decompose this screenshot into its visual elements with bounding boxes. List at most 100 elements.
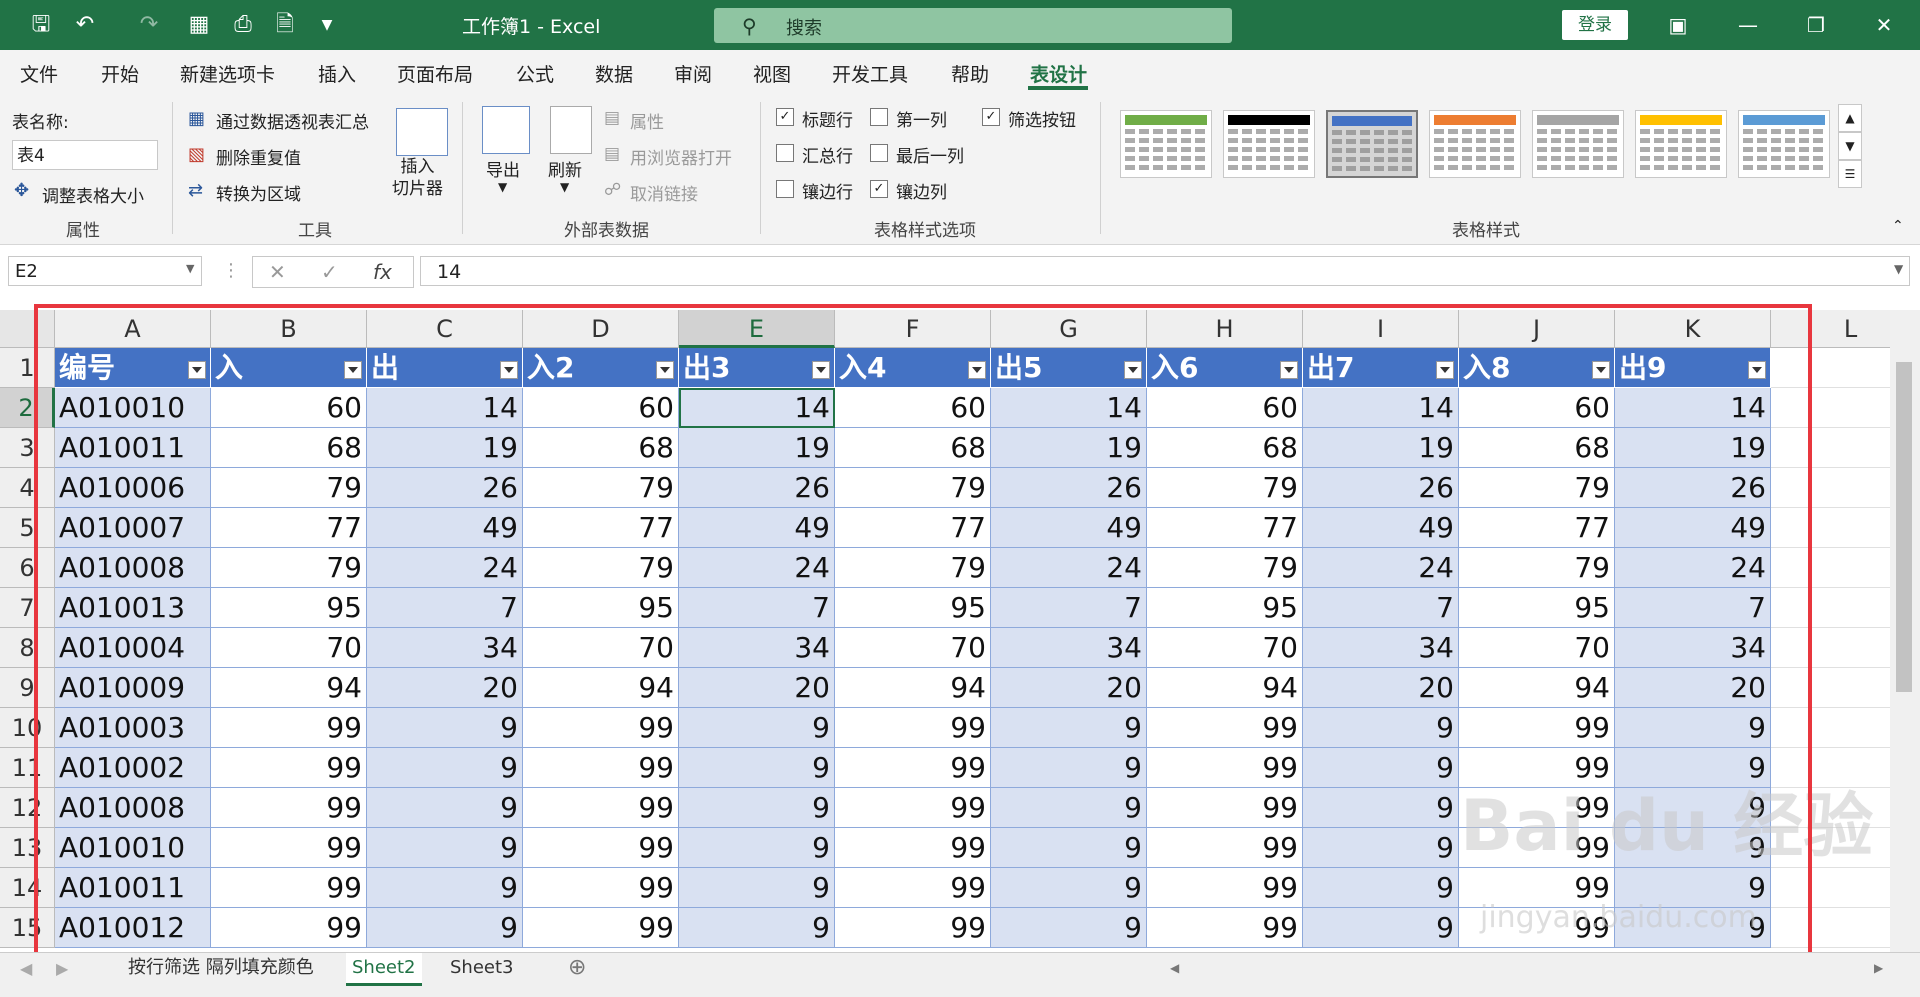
value-cell[interactable]: 26 xyxy=(1303,468,1459,508)
table-header-cell[interactable]: 入8 xyxy=(1459,348,1615,388)
id-cell[interactable]: A010008 xyxy=(55,548,211,588)
value-cell[interactable]: 68 xyxy=(211,428,367,468)
value-cell[interactable]: 49 xyxy=(1303,508,1459,548)
value-cell[interactable]: 9 xyxy=(367,708,523,748)
value-cell[interactable]: 99 xyxy=(835,908,991,948)
menu-page-layout[interactable]: 页面布局 xyxy=(397,60,473,87)
gallery-down-icon[interactable]: ▼ xyxy=(1838,132,1862,160)
value-cell[interactable]: 70 xyxy=(211,628,367,668)
value-cell[interactable]: 99 xyxy=(835,708,991,748)
value-cell[interactable]: 79 xyxy=(1147,468,1303,508)
value-cell[interactable]: 99 xyxy=(523,708,679,748)
value-cell[interactable]: 77 xyxy=(523,508,679,548)
value-cell[interactable]: 99 xyxy=(523,788,679,828)
value-cell[interactable]: 9 xyxy=(367,748,523,788)
value-cell[interactable]: 14 xyxy=(679,388,835,428)
value-cell[interactable]: 99 xyxy=(1147,828,1303,868)
menu-view[interactable]: 视图 xyxy=(753,60,791,87)
header-row-checkbox[interactable]: ✓ xyxy=(776,108,794,126)
value-cell[interactable]: 7 xyxy=(367,588,523,628)
value-cell[interactable]: 79 xyxy=(835,548,991,588)
row-header-11[interactable]: 11 xyxy=(0,748,55,788)
value-cell[interactable]: 9 xyxy=(1303,748,1459,788)
value-cell[interactable]: 19 xyxy=(679,428,835,468)
value-cell[interactable]: 9 xyxy=(679,708,835,748)
ribbon-display-icon[interactable]: ▣ xyxy=(1658,8,1698,42)
value-cell[interactable]: 34 xyxy=(679,628,835,668)
filter-dropdown-icon[interactable] xyxy=(1436,361,1454,379)
document-icon[interactable]: 🗎 xyxy=(268,8,302,42)
id-cell[interactable]: A010011 xyxy=(55,428,211,468)
value-cell[interactable]: 99 xyxy=(211,868,367,908)
value-cell[interactable]: 9 xyxy=(367,868,523,908)
menu-file[interactable]: 文件 xyxy=(20,60,58,87)
value-cell[interactable]: 95 xyxy=(1459,588,1615,628)
value-cell[interactable]: 9 xyxy=(1303,868,1459,908)
value-cell[interactable]: 49 xyxy=(367,508,523,548)
value-cell[interactable]: 99 xyxy=(835,748,991,788)
value-cell[interactable]: 9 xyxy=(991,828,1147,868)
table-header-cell[interactable]: 入6 xyxy=(1147,348,1303,388)
value-cell[interactable]: 99 xyxy=(1459,708,1615,748)
row-header-5[interactable]: 5 xyxy=(0,508,55,548)
row-header-13[interactable]: 13 xyxy=(0,828,55,868)
name-box[interactable]: E2 xyxy=(8,256,202,286)
column-header-C[interactable]: C xyxy=(367,310,523,348)
cancel-icon[interactable]: ✕ xyxy=(269,260,286,284)
value-cell[interactable]: 60 xyxy=(1459,388,1615,428)
value-cell[interactable]: 9 xyxy=(679,788,835,828)
value-cell[interactable]: 34 xyxy=(1615,628,1771,668)
row-header-1[interactable]: 1 xyxy=(0,348,55,388)
table-style-swatch[interactable] xyxy=(1738,110,1830,178)
row-header-6[interactable]: 6 xyxy=(0,548,55,588)
value-cell[interactable]: 99 xyxy=(523,868,679,908)
value-cell[interactable]: 79 xyxy=(1459,468,1615,508)
value-cell[interactable]: 49 xyxy=(1615,508,1771,548)
row-header-8[interactable]: 8 xyxy=(0,628,55,668)
redo-icon[interactable]: ↷ xyxy=(132,8,166,42)
value-cell[interactable]: 99 xyxy=(1147,708,1303,748)
row-header-7[interactable]: 7 xyxy=(0,588,55,628)
close-icon[interactable]: ✕ xyxy=(1864,8,1904,42)
value-cell[interactable]: 68 xyxy=(523,428,679,468)
sheet-tab-1[interactable]: 按行筛选 隔列填充颜色 xyxy=(122,953,320,983)
id-cell[interactable]: A010006 xyxy=(55,468,211,508)
table-style-swatch[interactable] xyxy=(1120,110,1212,178)
row-header-10[interactable]: 10 xyxy=(0,708,55,748)
restore-icon[interactable]: ❐ xyxy=(1796,8,1836,42)
table-header-cell[interactable]: 编号 xyxy=(55,348,211,388)
value-cell[interactable]: 94 xyxy=(523,668,679,708)
value-cell[interactable]: 19 xyxy=(1303,428,1459,468)
value-cell[interactable]: 20 xyxy=(991,668,1147,708)
value-cell[interactable]: 94 xyxy=(1459,668,1615,708)
table-style-swatch[interactable] xyxy=(1532,110,1624,178)
value-cell[interactable]: 9 xyxy=(679,868,835,908)
value-cell[interactable]: 68 xyxy=(1147,428,1303,468)
value-cell[interactable]: 26 xyxy=(991,468,1147,508)
filter-dropdown-icon[interactable] xyxy=(500,361,518,379)
value-cell[interactable]: 94 xyxy=(835,668,991,708)
filter-dropdown-icon[interactable] xyxy=(1748,361,1766,379)
gallery-up-icon[interactable]: ▲ xyxy=(1838,104,1862,132)
value-cell[interactable]: 14 xyxy=(1615,388,1771,428)
value-cell[interactable]: 24 xyxy=(679,548,835,588)
hscroll-left-icon[interactable]: ◀ xyxy=(1170,961,1179,975)
refresh-button[interactable]: 刷新 xyxy=(548,156,582,181)
id-cell[interactable]: A010009 xyxy=(55,668,211,708)
minimize-icon[interactable]: — xyxy=(1728,8,1768,42)
menu-insert[interactable]: 插入 xyxy=(318,60,356,87)
column-header-G[interactable]: G xyxy=(991,310,1147,348)
id-cell[interactable]: A010004 xyxy=(55,628,211,668)
value-cell[interactable]: 99 xyxy=(835,788,991,828)
save-icon[interactable]: 🖫 xyxy=(24,8,58,42)
table-header-cell[interactable]: 入2 xyxy=(523,348,679,388)
menu-help[interactable]: 帮助 xyxy=(951,60,989,87)
value-cell[interactable]: 99 xyxy=(211,788,367,828)
value-cell[interactable]: 99 xyxy=(211,708,367,748)
value-cell[interactable]: 95 xyxy=(1147,588,1303,628)
value-cell[interactable]: 9 xyxy=(679,908,835,948)
value-cell[interactable]: 7 xyxy=(1615,588,1771,628)
value-cell[interactable]: 19 xyxy=(991,428,1147,468)
value-cell[interactable]: 9 xyxy=(679,828,835,868)
sheet-tab-2[interactable]: Sheet2 xyxy=(346,953,422,986)
